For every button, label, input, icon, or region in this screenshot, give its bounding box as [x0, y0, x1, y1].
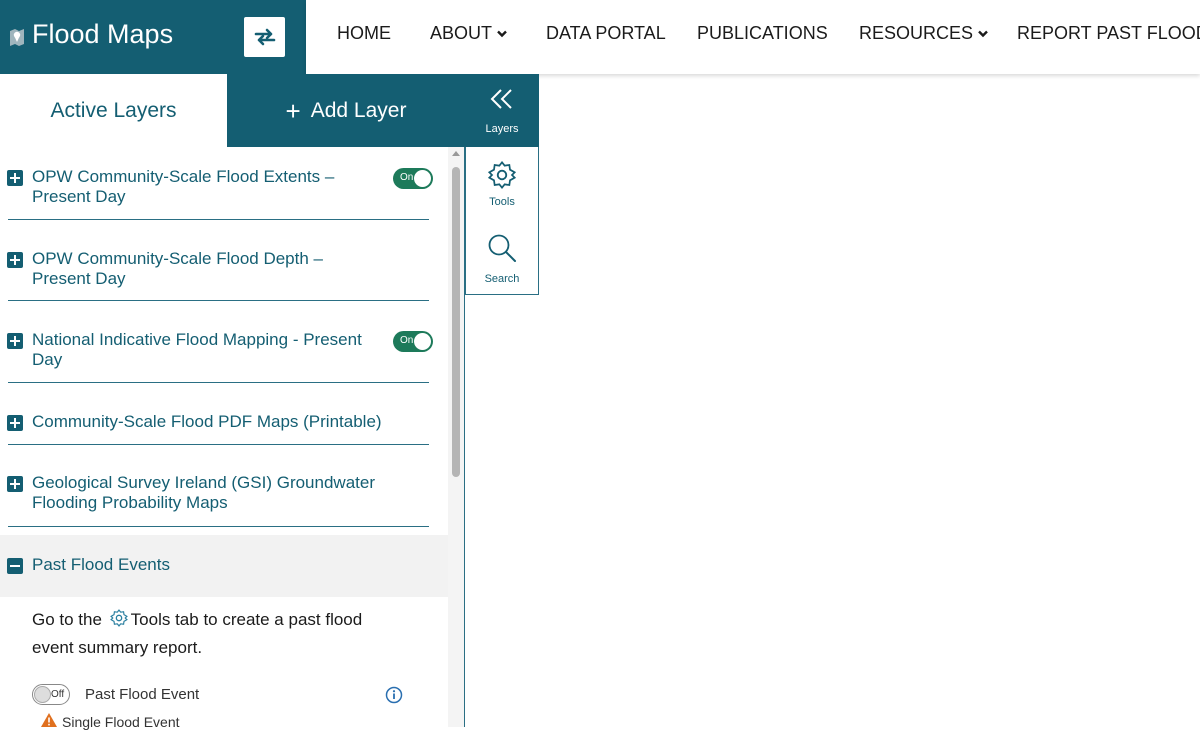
chevron-down-icon	[978, 30, 988, 37]
ireland-landmass	[544, 87, 1022, 677]
brand-bar: Flood Maps	[0, 0, 306, 74]
top-navigation: HOME ABOUT DATA PORTAL PUBLICATIONS RESO…	[306, 0, 1200, 74]
map-pin-icon	[10, 29, 24, 46]
past-flood-event-label: Past Flood Event	[85, 686, 200, 703]
swap-arrows-icon	[254, 28, 275, 46]
warning-icon	[41, 713, 57, 727]
layer-toggle-on[interactable]: On	[393, 331, 433, 352]
expand-plus-icon[interactable]	[7, 252, 23, 268]
tools-link[interactable]: Tools	[131, 610, 171, 629]
chevron-down-icon	[497, 30, 507, 37]
nav-about[interactable]: ABOUT	[430, 23, 507, 44]
map-label-cork: Cork	[722, 640, 766, 660]
side-toolbar: Tools Search	[465, 147, 539, 295]
past-flood-toggle-off[interactable]: Off	[32, 684, 70, 705]
app-title[interactable]: Flood Maps	[32, 19, 173, 50]
map-label-dublin: Dublin	[927, 411, 990, 431]
map-label-galway: Galway	[657, 421, 726, 441]
nav-resources[interactable]: RESOURCES	[859, 23, 988, 44]
side-layers-button[interactable]: Layers	[465, 74, 539, 147]
scroll-thumb[interactable]	[452, 167, 460, 477]
gear-icon	[109, 609, 128, 627]
ireland-map	[544, 87, 1022, 677]
plus-icon: +	[285, 95, 301, 126]
road-network	[683, 133, 1007, 656]
nav-data-portal[interactable]: DATA PORTAL	[546, 23, 666, 44]
nav-publications[interactable]: PUBLICATIONS	[697, 23, 828, 44]
gear-icon	[487, 160, 517, 190]
expand-plus-icon[interactable]	[7, 333, 23, 349]
rivers	[664, 403, 846, 555]
layer-toggle-on[interactable]: On	[393, 168, 433, 189]
map-label-belfast: Belfast	[992, 215, 1060, 235]
layers-panel: Active Layers + Add Layer OPW Community-…	[0, 74, 465, 730]
search-icon	[488, 234, 516, 262]
layer-name[interactable]: OPW Community-Scale Flood Extents – Prese…	[32, 167, 334, 207]
past-flood-info: Go to the Tools tab to create a past flo…	[32, 609, 363, 657]
nav-home[interactable]: HOME	[337, 23, 391, 44]
layer-name[interactable]: OPW Community-Scale Flood Depth – Present…	[32, 249, 323, 289]
collapse-minus-icon[interactable]	[7, 558, 23, 574]
expand-plus-icon[interactable]	[7, 415, 23, 431]
swap-panel-button[interactable]	[244, 17, 285, 57]
layer-name[interactable]: Geological Survey Ireland (GSI) Groundwa…	[32, 473, 375, 513]
expand-plus-icon[interactable]	[7, 476, 23, 492]
layer-name: Past Flood Events	[32, 555, 170, 574]
map-label-derry: Derry / Londonderry / Doire	[859, 148, 994, 208]
northern-ireland	[808, 112, 1017, 310]
tab-active-layers[interactable]: Active Layers	[0, 74, 227, 147]
tab-add-layer[interactable]: + Add Layer	[227, 74, 465, 147]
panel-scrollbar[interactable]	[448, 147, 464, 727]
nav-report-past-flood[interactable]: REPORT PAST FLOOD	[1017, 23, 1200, 44]
info-icon[interactable]	[385, 686, 403, 704]
map-view[interactable]: Derry / Londonderry / Doire Belfast Galw…	[465, 74, 1200, 727]
side-tools-button[interactable]: Tools	[466, 147, 538, 221]
expand-plus-icon[interactable]	[7, 170, 23, 186]
single-flood-event-label: Single Flood Event	[62, 714, 180, 730]
side-search-button[interactable]: Search	[466, 223, 538, 295]
double-chevron-left-icon	[490, 89, 512, 109]
layer-name[interactable]: National Indicative Flood Mapping - Pres…	[32, 330, 362, 370]
layer-name[interactable]: Community-Scale Flood PDF Maps (Printabl…	[32, 412, 382, 432]
map-label-limerick: Limerick	[690, 519, 772, 539]
map-label-waterford: Waterford	[825, 584, 923, 604]
past-flood-events-header[interactable]: Past Flood Events	[0, 535, 448, 597]
